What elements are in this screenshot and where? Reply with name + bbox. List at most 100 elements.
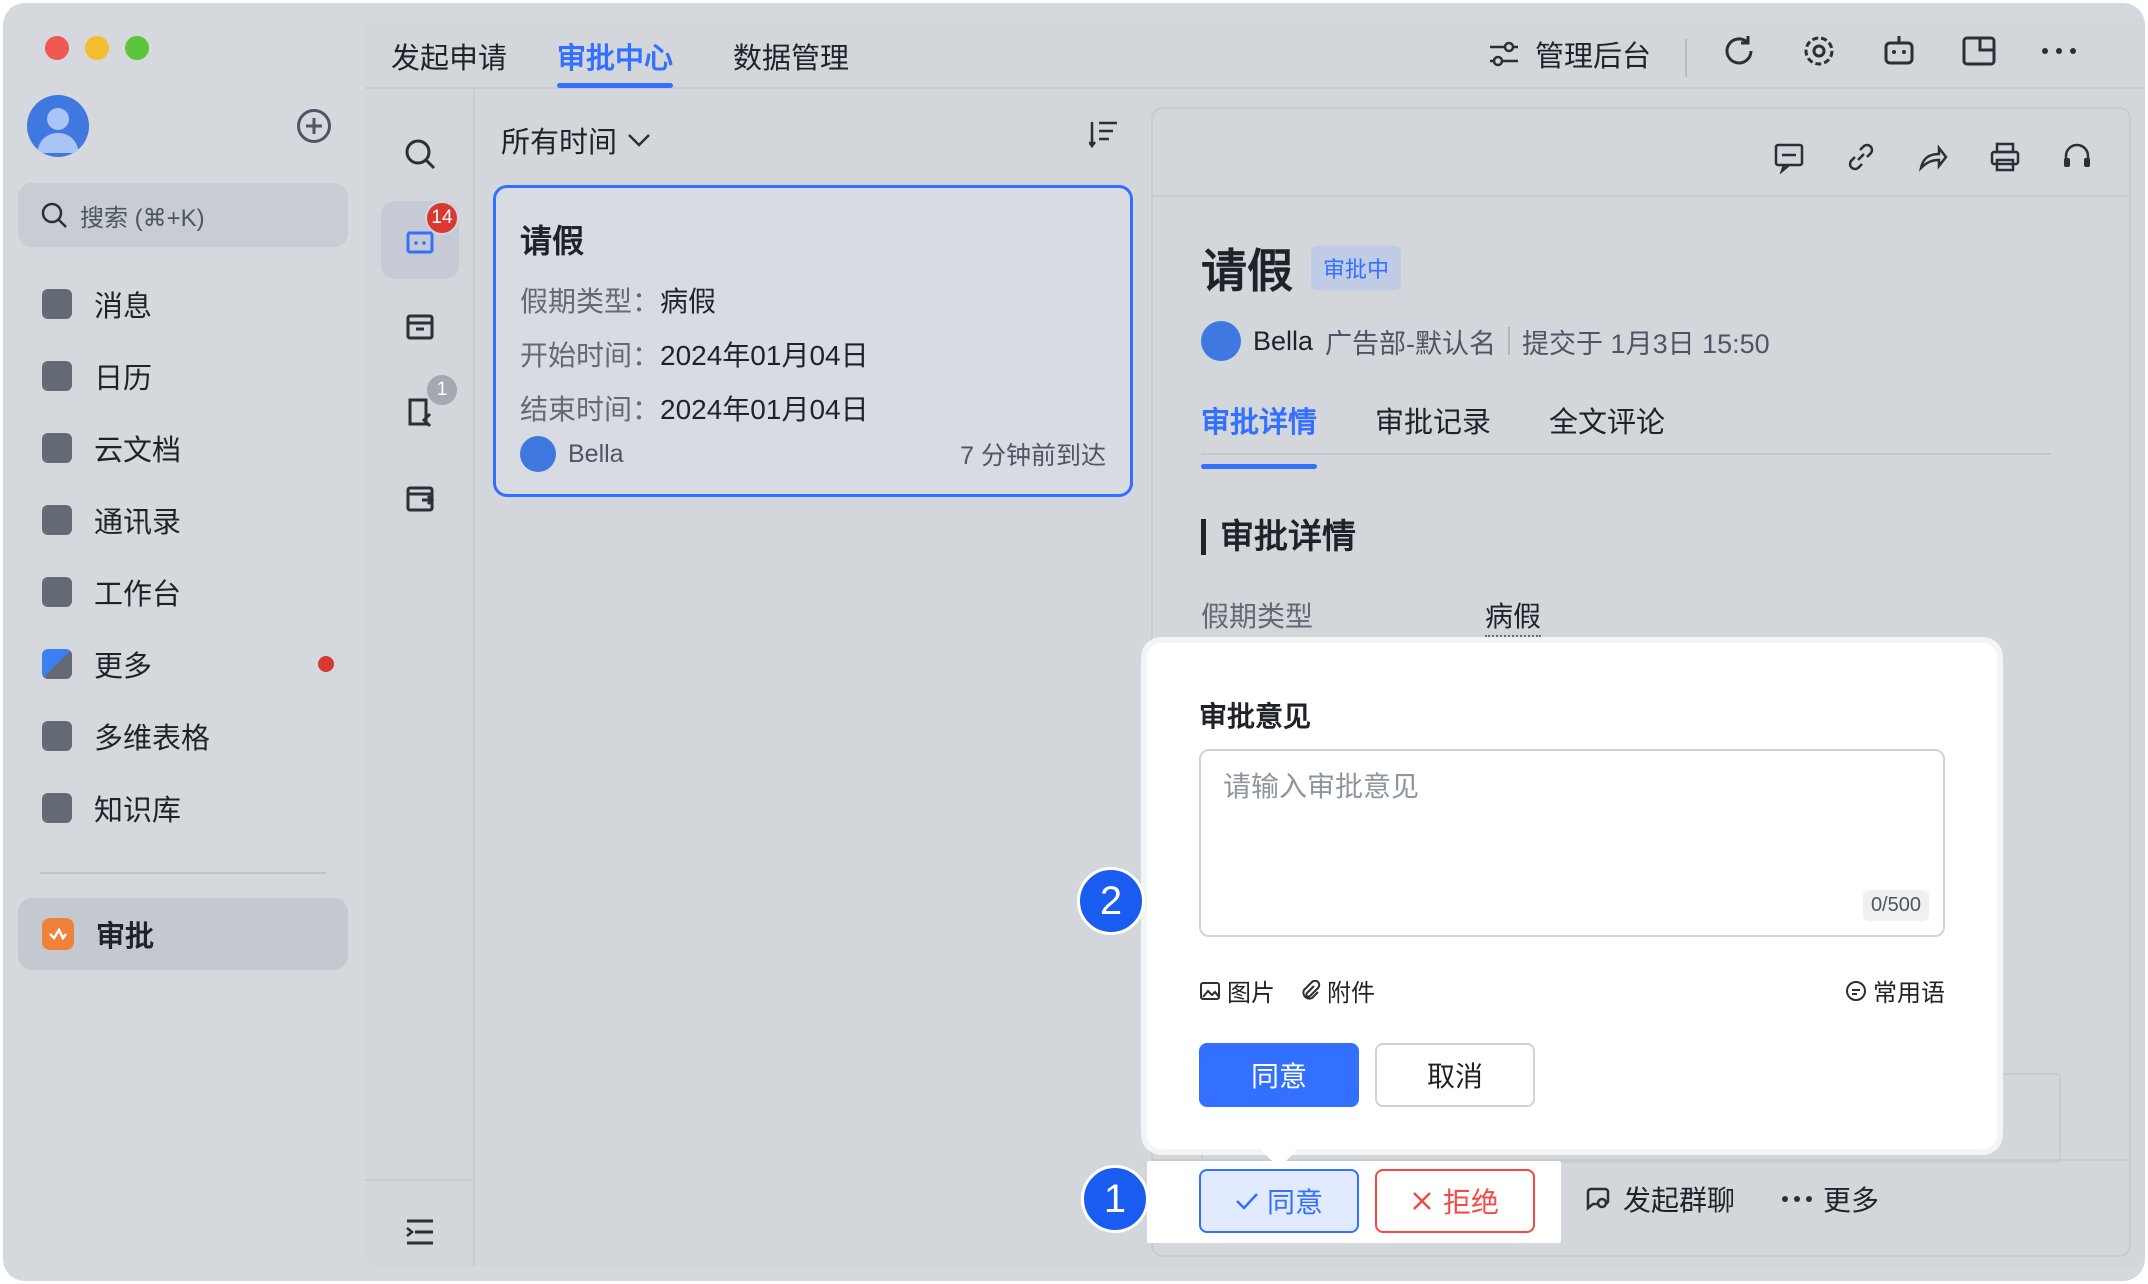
sidebar-nav: 消息 日历 云文档 通讯录 工作台 更多 多维表格 知识库 审批	[18, 268, 348, 970]
detail-meta: Bella 广告部-默认名 提交于 1月3日 15:50	[1201, 321, 1770, 361]
sidebar-item-base[interactable]: 多维表格	[18, 700, 348, 772]
applicant-name[interactable]: Bella	[1253, 326, 1313, 357]
add-icon[interactable]	[297, 109, 331, 143]
reject-button[interactable]: 拒绝	[1375, 1169, 1535, 1233]
app-window: 搜索 (⌘+K) 消息 日历 云文档 通讯录 工作台 更多 多维表格 知识库 审…	[3, 3, 2145, 1281]
search-icon	[405, 139, 436, 170]
agree-label: 同意	[1266, 1187, 1323, 1218]
applicant-name: Bella	[568, 439, 624, 468]
cancel-button[interactable]: 取消	[1375, 1043, 1535, 1107]
detail-tabs: 审批详情 审批记录 全文评论	[1201, 399, 2051, 469]
pending-approvals-button[interactable]: 14	[381, 201, 459, 279]
card-field-row: 假期类型：病假	[520, 280, 1106, 320]
link-icon[interactable]	[1839, 135, 1883, 179]
settings-gear-icon[interactable]	[1797, 29, 1841, 73]
top-toolbar	[1717, 29, 2081, 73]
sidebar-item-label: 消息	[94, 291, 153, 323]
search-placeholder: 搜索 (⌘+K)	[80, 204, 205, 232]
status-badge: 审批中	[1311, 246, 1402, 290]
sidebar-item-label: 通讯录	[94, 507, 182, 539]
processed-approvals-button[interactable]	[381, 287, 459, 365]
avatar	[520, 436, 556, 472]
sort-icon[interactable]	[1088, 119, 1119, 154]
time-filter-dropdown[interactable]: 所有时间	[501, 119, 651, 161]
collapse-menu-icon[interactable]	[381, 1193, 459, 1271]
outbox-icon	[406, 486, 435, 512]
search-approvals-button[interactable]	[381, 115, 459, 193]
submitted-approvals-button[interactable]	[381, 459, 459, 537]
phrase-label: 常用语	[1873, 980, 1945, 1007]
phrase-bubble-icon	[1846, 980, 1866, 1001]
approval-card[interactable]: 请假 假期类型：病假 开始时间：2024年01月04日 结束时间：2024年01…	[493, 185, 1133, 497]
cc-approvals-button[interactable]: 1	[381, 373, 459, 451]
page-title: 请假 审批中	[1201, 235, 1402, 301]
tab-approval-center[interactable]: 审批中心	[557, 35, 673, 77]
maximize-window-button[interactable]	[125, 36, 149, 60]
sidebar-item-wiki[interactable]: 知识库	[18, 772, 348, 844]
sidebar-item-approval[interactable]: 审批	[18, 898, 348, 970]
refresh-icon[interactable]	[1717, 29, 1761, 73]
sidebar-item-calendar[interactable]: 日历	[18, 340, 348, 412]
card-field-row: 开始时间：2024年01月04日	[520, 334, 1106, 374]
bot-icon[interactable]	[1877, 29, 1921, 73]
active-tab-indicator	[557, 83, 673, 88]
sidebar-item-contacts[interactable]: 通讯录	[18, 484, 348, 556]
group-chat-label: 发起群聊	[1623, 1185, 1736, 1216]
base-icon	[42, 721, 72, 751]
insert-image-button[interactable]: 图片	[1199, 973, 1275, 1008]
leave-type-label: 假期类型	[1201, 601, 1314, 632]
tab-approval-details[interactable]: 审批详情	[1201, 399, 1318, 469]
card-title: 请假	[520, 223, 585, 259]
user-avatar[interactable]	[27, 95, 89, 157]
card-field-value: 2024年01月04日	[660, 340, 869, 371]
time-filter-label: 所有时间	[501, 127, 618, 159]
minimize-window-button[interactable]	[85, 36, 109, 60]
common-phrases-button[interactable]: 常用语	[1845, 973, 1945, 1008]
search-input[interactable]: 搜索 (⌘+K)	[18, 183, 348, 247]
icon-column-divider	[365, 1179, 473, 1181]
sidebar-item-more[interactable]: 更多	[18, 628, 348, 700]
admin-label: 管理后台	[1535, 41, 1652, 73]
chat-icon	[42, 289, 72, 319]
more-actions-button[interactable]: 更多	[1781, 1179, 1879, 1219]
check-icon	[1236, 1193, 1258, 1210]
tab-comments[interactable]: 全文评论	[1549, 399, 1665, 453]
card-field-row: 结束时间：2024年01月04日	[520, 388, 1106, 428]
sidebar-item-messages[interactable]: 消息	[18, 268, 348, 340]
section-title: 审批详情	[1201, 519, 1356, 555]
split-window-icon[interactable]	[1957, 29, 2001, 73]
attach-label: 附件	[1327, 980, 1375, 1007]
sidebar-divider	[40, 872, 326, 874]
approval-opinion-input[interactable]: 请输入审批意见 0/500	[1199, 749, 1945, 937]
attach-file-button[interactable]: 附件	[1299, 973, 1375, 1008]
sidebar-item-docs[interactable]: 云文档	[18, 412, 348, 484]
card-footer: Bella 7 分钟前到达	[520, 436, 1106, 472]
input-placeholder: 请输入审批意见	[1223, 771, 1420, 802]
print-icon[interactable]	[1983, 135, 2027, 179]
approval-opinion-popover: 审批意见 请输入审批意见 0/500 图片 附件 常用语 同意 取消	[1147, 643, 1997, 1149]
detail-title: 请假	[1201, 245, 1293, 297]
confirm-agree-button[interactable]: 同意	[1199, 1043, 1359, 1107]
leave-type-value: 病假	[1485, 595, 1542, 637]
sidebar-item-workplace[interactable]: 工作台	[18, 556, 348, 628]
tab-data-management[interactable]: 数据管理	[733, 35, 849, 77]
image-label: 图片	[1227, 980, 1275, 1007]
notification-dot	[318, 656, 334, 672]
arrival-time: 7 分钟前到达	[960, 442, 1106, 470]
card-field-label: 开始时间：	[520, 340, 661, 371]
paperclip-icon	[1302, 979, 1321, 1000]
more-options-icon[interactable]	[2037, 29, 2081, 73]
tab-submit-request[interactable]: 发起申请	[391, 35, 507, 77]
admin-console-button[interactable]: 管理后台	[1487, 33, 1651, 75]
chevron-down-icon	[628, 134, 650, 147]
card-applicant: Bella	[520, 436, 624, 472]
close-window-button[interactable]	[45, 36, 69, 60]
workplace-icon	[42, 577, 72, 607]
start-group-chat-button[interactable]: 发起群聊	[1583, 1179, 1735, 1219]
support-headset-icon[interactable]	[2055, 135, 2099, 179]
tab-approval-records[interactable]: 审批记录	[1375, 399, 1491, 453]
comment-icon[interactable]	[1767, 135, 1811, 179]
more-apps-icon	[42, 649, 72, 679]
share-icon[interactable]	[1911, 135, 1955, 179]
agree-button[interactable]: 同意	[1199, 1169, 1359, 1233]
